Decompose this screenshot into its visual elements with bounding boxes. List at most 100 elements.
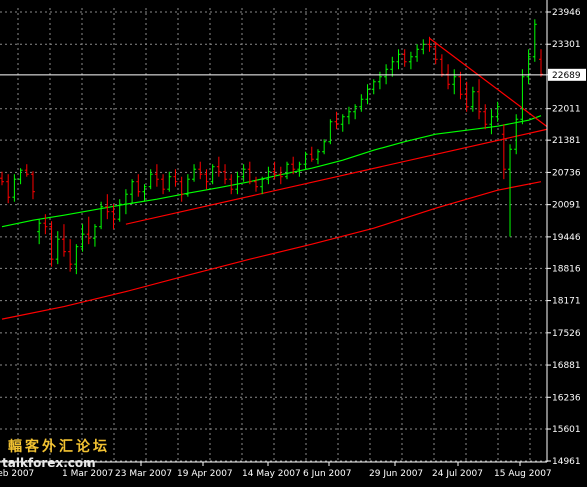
candle [229, 174, 234, 195]
candle [12, 174, 17, 202]
candles [0, 19, 543, 275]
candle [371, 79, 376, 95]
candle [303, 151, 308, 170]
chart-root: 23946 23301 22689 22011 21381 20736 20091 19446… [0, 0, 587, 483]
x-tick-label: 15 Aug 2007 [494, 469, 552, 479]
candle [501, 124, 506, 180]
y-tick-label: 23301 [552, 40, 581, 50]
candle [130, 179, 135, 205]
x-tick-label: 29 Jun 2007 [369, 469, 423, 479]
candle [167, 171, 172, 192]
moving-averages [1, 115, 542, 320]
price-chart: 23946 23301 22689 22011 21381 20736 20091 19446… [0, 0, 586, 479]
y-tick-label: 14961 [552, 457, 581, 467]
watermark-text: 輻客外汇论坛 [8, 439, 110, 455]
y-tick-label: 21381 [552, 136, 581, 146]
candle [173, 169, 178, 187]
candle [514, 114, 519, 155]
candle [446, 64, 451, 90]
candle [37, 219, 42, 245]
candle [18, 168, 23, 185]
candle [340, 114, 345, 132]
candle [477, 79, 482, 120]
candle [6, 174, 11, 204]
x-tick-label: 6 Jun 2007 [303, 469, 351, 479]
candle [198, 161, 203, 180]
x-tick-label: 19 Apr 2007 [177, 469, 233, 479]
candle [92, 224, 97, 247]
candle [464, 81, 469, 112]
watermark-url: talkforex.com [2, 456, 96, 470]
ma-short-line [1, 115, 542, 228]
candle [154, 164, 159, 187]
candle [346, 106, 351, 125]
candle [439, 54, 444, 77]
candle [353, 104, 358, 120]
candle [210, 164, 215, 185]
candle [266, 166, 271, 185]
watermark-logo: 輻客外汇论坛 talkforex.com [2, 436, 152, 476]
candle [179, 176, 184, 202]
candle [315, 149, 320, 165]
candle [0, 171, 4, 186]
candle [408, 51, 413, 70]
trendline [429, 37, 548, 128]
candle [86, 216, 91, 245]
x-tick-label: 24 Jul 2007 [432, 469, 483, 479]
candle [452, 69, 457, 95]
candle [470, 86, 475, 112]
y-tick-label: 22011 [552, 105, 581, 115]
y-tick-label: 23946 [552, 8, 581, 18]
candle [99, 201, 104, 230]
candle [495, 101, 500, 122]
x-tick-label: 14 May 2007 [242, 469, 301, 479]
y-tick-label: 17526 [552, 329, 581, 339]
candle [284, 161, 289, 180]
candle [223, 164, 228, 185]
candle [74, 244, 79, 275]
candle [532, 19, 537, 62]
candle [322, 139, 327, 155]
candle [365, 84, 370, 105]
candle [80, 224, 85, 252]
candle [309, 146, 314, 162]
candle [24, 164, 29, 177]
candle [30, 171, 35, 200]
candle [396, 49, 401, 70]
candle [68, 239, 73, 272]
y-tick-label: 16881 [552, 361, 581, 371]
trendlines [125, 37, 548, 225]
candle [117, 199, 122, 222]
candle [216, 156, 221, 177]
candle [43, 214, 48, 235]
candle [254, 176, 259, 192]
candle [111, 204, 116, 230]
candle [148, 169, 153, 190]
y-tick-label: 16236 [552, 393, 581, 403]
candle [192, 164, 197, 182]
candle [123, 189, 128, 215]
candle [415, 44, 420, 62]
trendline [125, 128, 548, 225]
y-tick-label: 18816 [552, 264, 581, 274]
candle [297, 161, 302, 177]
y-tick-label: 19446 [552, 233, 581, 243]
candle [136, 174, 141, 197]
candle [520, 69, 525, 125]
y-tick-label: 20736 [552, 168, 581, 178]
candle [508, 144, 513, 237]
candle [384, 64, 389, 85]
candle [421, 39, 426, 55]
candle [359, 94, 364, 112]
y-tick-label: 18171 [552, 297, 581, 307]
candle [402, 49, 407, 67]
candle [489, 109, 494, 135]
candle [235, 171, 240, 195]
candle [61, 224, 66, 257]
current-price-label: 22689 [552, 71, 581, 81]
candle [390, 56, 395, 77]
candle [161, 174, 166, 195]
candle [483, 104, 488, 130]
candle [539, 49, 543, 77]
y-tick-label: 15601 [552, 425, 581, 435]
